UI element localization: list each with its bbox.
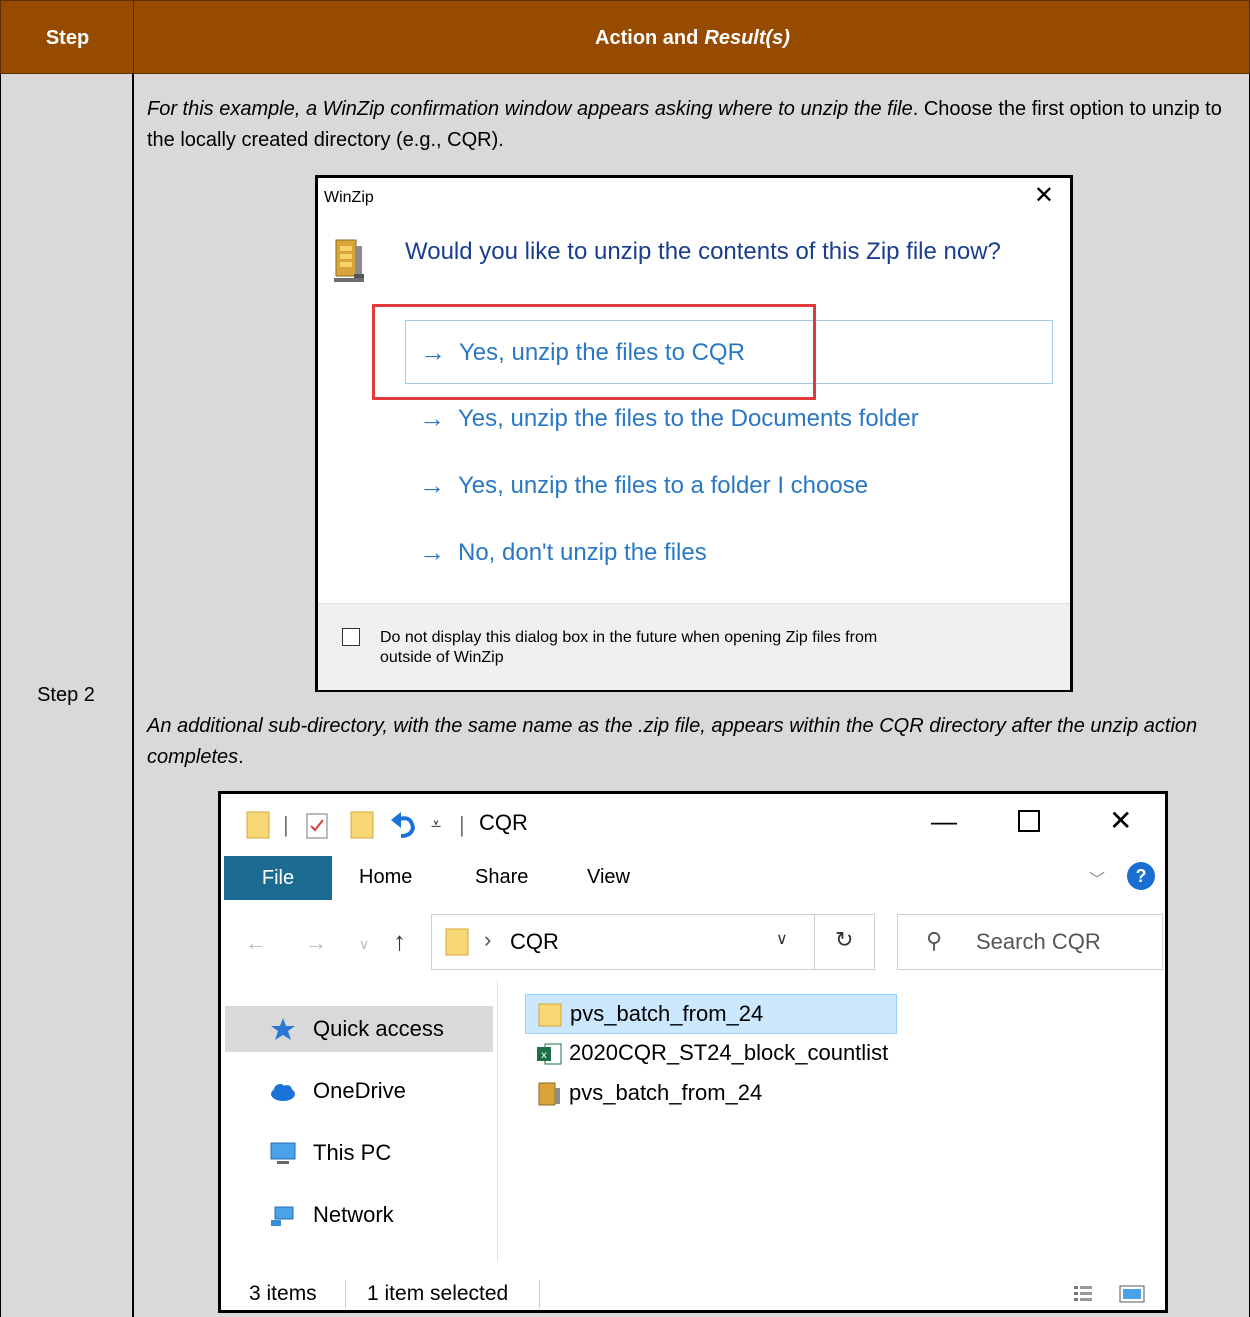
step-table: Step Action and Result(s) Step 2 For thi…: [0, 0, 1250, 1317]
file-list: pvs_batch_from_24 x 2020CQR_ST24_block_c…: [521, 980, 1161, 1262]
file-explorer-window: | ⩡ | CQR — ✕ File Home Share View ﹀ ? ←…: [218, 791, 1168, 1313]
winzip-footer: Do not display this dialog box in the fu…: [318, 603, 1070, 690]
search-input[interactable]: ⚲ Search CQR: [897, 914, 1163, 970]
winzip-title: WinZip: [324, 189, 374, 206]
tab-view[interactable]: View: [587, 866, 630, 889]
explorer-titlebar: | ⩡ | CQR — ✕: [221, 794, 1165, 854]
para1-italic: For this example, a WinZip confirmation …: [147, 98, 913, 120]
window-title: CQR: [479, 810, 528, 835]
status-divider: [345, 1280, 346, 1308]
file-name: pvs_batch_from_24: [570, 1001, 764, 1026]
selection-count: 1 item selected: [367, 1282, 509, 1305]
arrow-right-icon: →: [419, 470, 445, 500]
address-bar[interactable]: › CQR ∨: [431, 914, 815, 970]
arrow-right-icon: →: [419, 537, 445, 567]
header-result-label: Result(s): [704, 26, 790, 49]
list-item[interactable]: pvs_batch_from_24: [525, 1074, 897, 1114]
refresh-button[interactable]: ↻: [815, 914, 875, 970]
winzip-dialog: WinZip ✕ Would you like to unzip the con…: [315, 175, 1073, 692]
option-label: Yes, unzip the files to the Documents fo…: [458, 405, 919, 432]
instruction-paragraph-2: An additional sub-directory, with the sa…: [147, 711, 1237, 773]
option-unzip-to-chosen-folder[interactable]: → Yes, unzip the files to a folder I cho…: [405, 454, 1053, 518]
properties-icon[interactable]: [305, 810, 329, 840]
para2-normal: .: [238, 746, 244, 768]
maximize-icon[interactable]: [1018, 810, 1040, 832]
minimize-icon[interactable]: —: [931, 806, 957, 837]
cloud-icon: [271, 1084, 295, 1101]
sidebar-item-label: This PC: [313, 1140, 392, 1165]
ribbon-tabs: File Home Share View ﹀ ?: [221, 854, 1165, 902]
address-text: CQR: [510, 929, 559, 954]
refresh-icon: ↻: [835, 927, 854, 952]
header-action-label: Action and: [595, 26, 699, 49]
sidebar-item-quick-access[interactable]: Quick access: [225, 1006, 493, 1052]
zip-file-icon: [538, 1082, 560, 1106]
computer-icon: [270, 1142, 296, 1164]
sidebar-item-label: Quick access: [313, 1016, 444, 1041]
star-icon: [271, 1018, 295, 1040]
help-icon[interactable]: ?: [1127, 862, 1155, 890]
winzip-icon: [334, 239, 364, 282]
chevron-down-icon[interactable]: ﹀: [1089, 866, 1105, 890]
sidebar-item-network[interactable]: Network: [225, 1192, 493, 1238]
para2-italic: An additional sub-directory, with the sa…: [147, 715, 1198, 768]
arrow-right-icon: →: [419, 403, 445, 433]
excel-file-icon: x: [537, 1043, 562, 1065]
header-step: Step: [45, 26, 90, 49]
details-view-icon[interactable]: [1073, 1284, 1093, 1304]
toolbar-separator: |: [283, 812, 289, 837]
file-name: 2020CQR_ST24_block_countlist: [569, 1040, 889, 1065]
step-label: Step 2: [37, 684, 95, 706]
large-icons-view-icon[interactable]: [1119, 1284, 1145, 1304]
up-arrow-icon[interactable]: ↑: [393, 926, 406, 957]
list-item[interactable]: x 2020CQR_ST24_block_countlist: [525, 1034, 897, 1074]
customize-toolbar-icon[interactable]: ⩡: [431, 814, 441, 835]
instruction-paragraph-1: For this example, a WinZip confirmation …: [147, 94, 1237, 156]
sidebar-item-label: OneDrive: [313, 1078, 406, 1103]
list-item[interactable]: pvs_batch_from_24: [525, 994, 897, 1034]
undo-icon[interactable]: [389, 810, 417, 840]
status-divider: [539, 1280, 540, 1308]
recent-locations-icon[interactable]: ∨: [359, 936, 369, 953]
do-not-display-label: Do not display this dialog box in the fu…: [380, 629, 878, 666]
network-icon: [271, 1206, 294, 1226]
sidebar-item-label: Network: [313, 1202, 394, 1227]
navigation-bar: ← → ∨ ↑ › CQR ∨ ↻ ⚲ Search CQR: [221, 902, 1165, 980]
highlight-box: [372, 304, 816, 400]
option-label: No, don't unzip the files: [458, 539, 707, 566]
navigation-pane: Quick access OneDrive This PC Network: [221, 980, 498, 1262]
option-dont-unzip[interactable]: → No, don't unzip the files: [405, 521, 1053, 585]
back-arrow-icon[interactable]: ←: [245, 930, 267, 956]
tab-share[interactable]: Share: [475, 866, 528, 889]
sidebar-item-this-pc[interactable]: This PC: [225, 1130, 493, 1176]
tab-home[interactable]: Home: [359, 866, 412, 889]
chevron-down-icon[interactable]: ∨: [776, 929, 788, 949]
option-label: Yes, unzip the files to a folder I choos…: [458, 472, 869, 499]
close-icon[interactable]: ✕: [1109, 804, 1132, 837]
folder-icon: [246, 811, 270, 839]
winzip-question: Would you like to unzip the contents of …: [405, 238, 1001, 265]
file-name: pvs_batch_from_24: [569, 1080, 763, 1105]
toolbar-separator: |: [459, 812, 465, 837]
tab-file[interactable]: File: [224, 856, 332, 900]
do-not-display-checkbox[interactable]: [342, 628, 360, 646]
status-bar: 3 items 1 item selected: [221, 1276, 1165, 1312]
svg-text:x: x: [541, 1050, 547, 1061]
header-action: Action and Result(s): [134, 1, 1250, 75]
close-icon[interactable]: ✕: [1034, 184, 1054, 208]
breadcrumb-chevron-icon: ›: [484, 927, 492, 952]
search-icon: ⚲: [926, 928, 943, 953]
table-header: Step Action and Result(s): [0, 0, 1250, 75]
forward-arrow-icon[interactable]: →: [305, 930, 327, 956]
folder-icon: [445, 928, 469, 956]
new-folder-icon[interactable]: [349, 810, 375, 840]
folder-icon: [538, 1003, 562, 1027]
sidebar-item-onedrive[interactable]: OneDrive: [225, 1068, 493, 1114]
search-placeholder: Search CQR: [976, 929, 1101, 954]
item-count: 3 items: [249, 1282, 317, 1305]
